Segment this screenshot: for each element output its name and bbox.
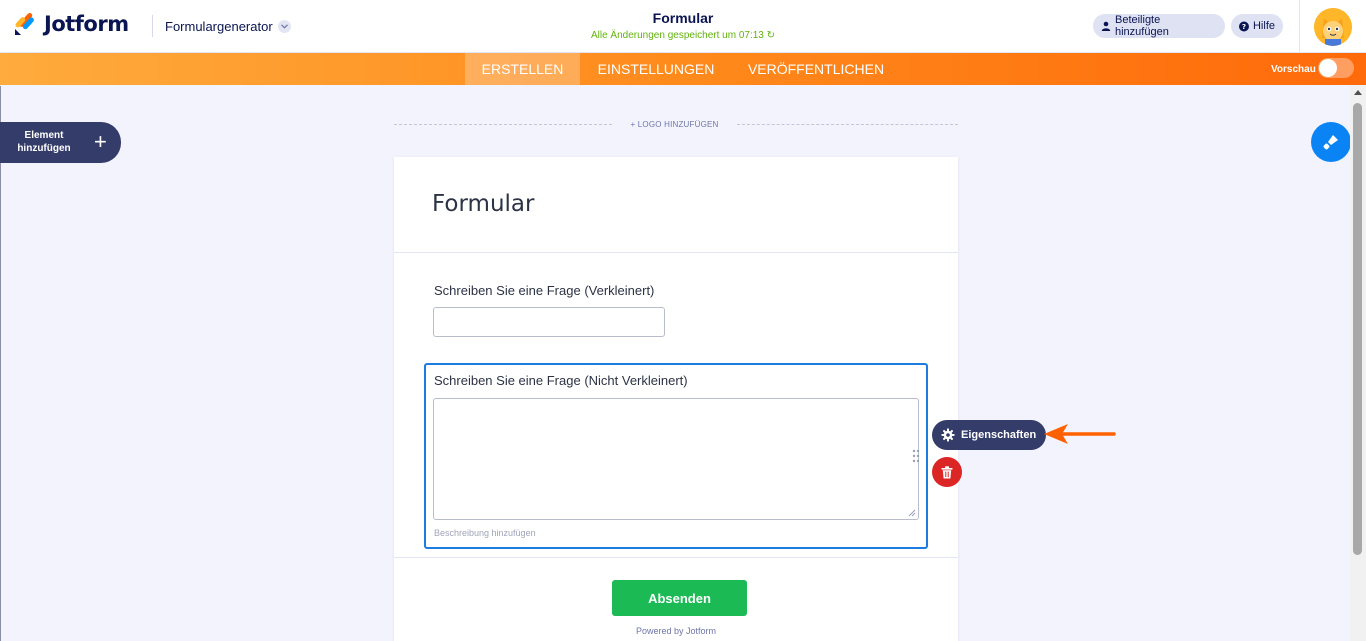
top-header: Jotform Formulargenerator Formular Alle … — [0, 0, 1366, 53]
long-text-area[interactable] — [433, 398, 919, 520]
question-label-short[interactable]: Schreiben Sie eine Frage (Verkleinert) — [434, 283, 654, 298]
svg-text:?: ? — [1242, 22, 1246, 31]
logo-dashed-line-left — [394, 124, 612, 125]
delete-field-button[interactable] — [932, 457, 962, 487]
form-heading[interactable]: Formular — [432, 191, 534, 217]
form-card: Formular Schreiben Sie eine Frage (Verkl… — [394, 157, 958, 641]
drag-handle-icon[interactable] — [912, 449, 920, 463]
header-divider-right — [1299, 0, 1300, 53]
add-element-button[interactable]: Element hinzufügen + — [0, 122, 121, 163]
toggle-knob — [1319, 59, 1337, 77]
app-switcher[interactable]: Formulargenerator — [165, 19, 291, 34]
tab-build[interactable]: ERSTELLEN — [465, 53, 580, 85]
tab-publish[interactable]: VERÖFFENTLICHEN — [737, 53, 895, 85]
powered-by-text: Powered by Jotform — [635, 626, 717, 636]
chevron-down-icon — [277, 20, 291, 33]
scrollbar-thumb[interactable] — [1353, 103, 1362, 555]
submit-divider — [394, 557, 958, 558]
paint-roller-icon — [1323, 135, 1338, 150]
question-circle-icon: ? — [1239, 21, 1249, 31]
user-icon — [1101, 21, 1111, 31]
preview-toggle[interactable] — [1318, 58, 1354, 78]
resize-grip-icon[interactable] — [908, 509, 916, 517]
logo-dashed-line-right — [737, 124, 958, 125]
add-logo-button[interactable]: + LOGO HINZUFÜGEN — [612, 120, 737, 129]
add-element-label: Element hinzufügen — [17, 130, 71, 154]
help-button[interactable]: ? Hilfe — [1231, 14, 1283, 38]
short-text-input[interactable] — [433, 307, 665, 337]
builder-nav: ERSTELLEN EINSTELLUNGEN VERÖFFENTLICHEN … — [0, 53, 1366, 85]
form-designer-button[interactable] — [1311, 122, 1351, 162]
properties-button[interactable]: Eigenschaften — [932, 420, 1046, 450]
pointer-arrow-icon — [1044, 424, 1116, 444]
scroll-up-arrow[interactable] — [1354, 90, 1362, 95]
trash-icon — [941, 465, 953, 478]
avatar-cat-icon — [1314, 8, 1352, 46]
left-edge-line — [0, 86, 1, 641]
brand-name: Jotform — [44, 12, 129, 36]
plus-icon: + — [94, 129, 107, 154]
question-label-long[interactable]: Schreiben Sie eine Frage (Nicht Verklein… — [434, 373, 688, 388]
help-label: Hilfe — [1252, 20, 1275, 32]
jotform-logo[interactable]: Jotform — [14, 12, 129, 36]
header-divider — [152, 15, 153, 37]
heading-divider — [394, 252, 958, 253]
add-collaborators-label: Beteiligte hinzufügen — [1114, 14, 1169, 38]
properties-label: Eigenschaften — [961, 429, 1037, 441]
jotform-logo-icon — [15, 13, 34, 35]
tab-settings[interactable]: EINSTELLUNGEN — [586, 53, 726, 85]
add-collaborators-button[interactable]: Beteiligte hinzufügen — [1093, 14, 1225, 38]
description-placeholder[interactable]: Beschreibung hinzufügen — [434, 528, 536, 538]
submit-button[interactable]: Absenden — [612, 580, 747, 616]
preview-label: Vorschau — [1271, 64, 1316, 75]
user-avatar[interactable] — [1314, 8, 1352, 46]
app-switcher-label: Formulargenerator — [165, 19, 273, 34]
gear-icon — [941, 428, 955, 442]
